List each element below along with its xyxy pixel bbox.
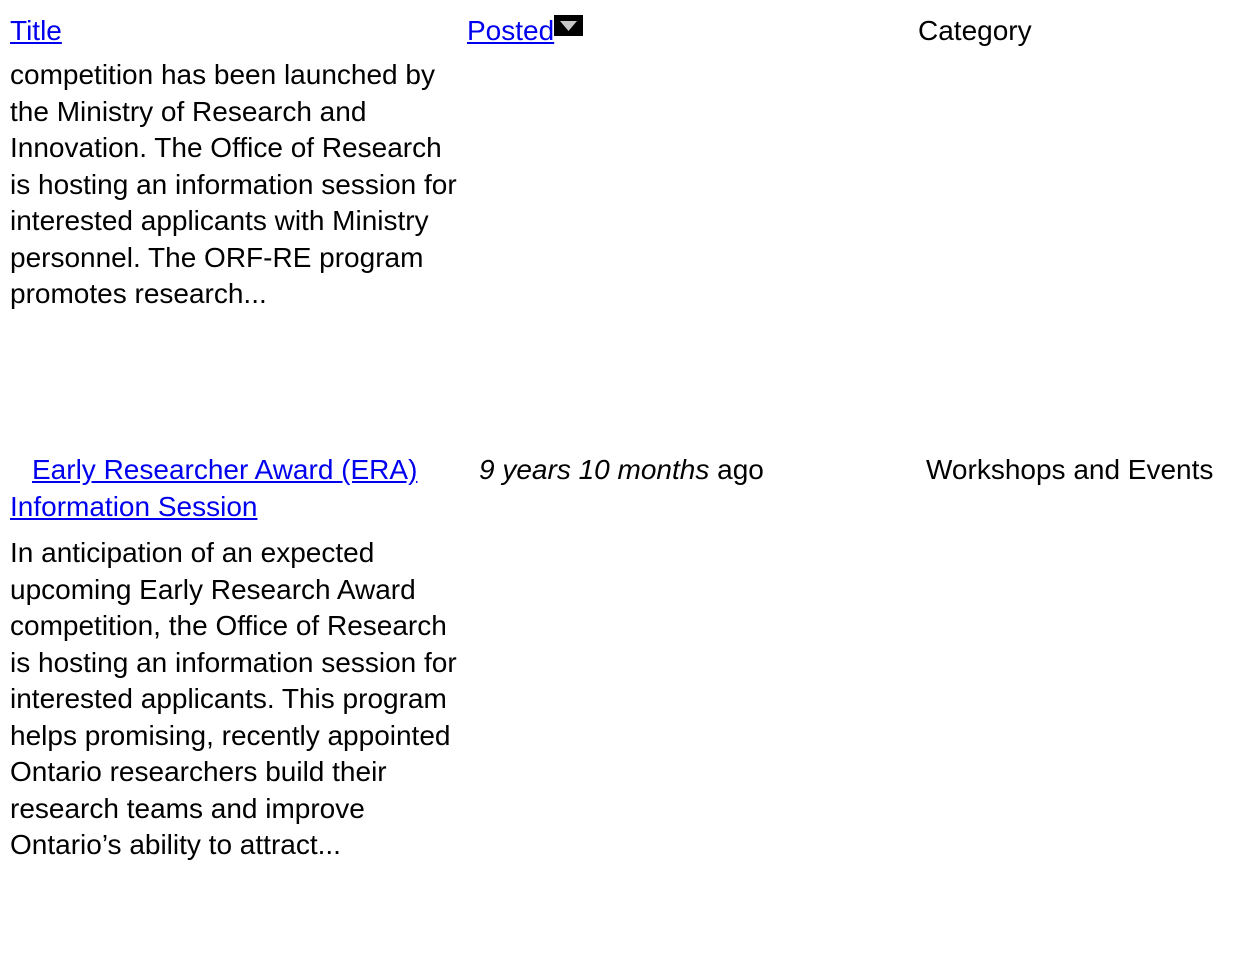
posted-age: 9 years 10 months [479, 454, 710, 485]
row-teaser: In anticipation of an expected upcoming … [10, 537, 457, 860]
column-header-posted: Posted [467, 13, 584, 50]
sort-descending-icon[interactable] [554, 15, 584, 36]
row-posted-date: 9 years 10 months ago [479, 452, 764, 489]
row-title-link[interactable]: Early Researcher Award (ERA) Information… [10, 454, 417, 522]
column-header-posted-link[interactable]: Posted [467, 15, 554, 46]
row-title-cell: Early Researcher Award (ERA) Information… [10, 452, 430, 525]
column-header-title-link[interactable]: Title [10, 13, 62, 50]
row-category: Workshops and Events [926, 454, 1214, 485]
column-header-category: Category [918, 15, 1032, 46]
posted-suffix: ago [709, 454, 764, 485]
row-teaser: competition has been launched by the Min… [10, 59, 457, 309]
